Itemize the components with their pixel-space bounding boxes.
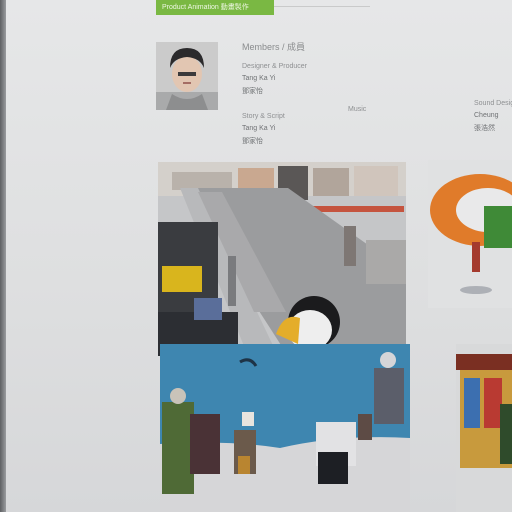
member-name: Cheung <box>474 112 499 119</box>
thumbnail-pavilion[interactable] <box>428 160 512 308</box>
member-role: Designer & Producer <box>242 63 307 70</box>
animation-still-icon <box>160 344 410 512</box>
member-name-zh: 鄧家怡 <box>242 88 263 95</box>
thumbnail-street-scene[interactable] <box>158 162 406 356</box>
member-name-zh: 張浩然 <box>474 125 495 132</box>
member-role: Story & Script <box>242 113 285 120</box>
tag-divider <box>274 6 370 7</box>
category-tag[interactable]: Product Animation 動畫製作 <box>156 0 274 15</box>
member-role: Sound Design <box>474 100 512 107</box>
thumbnail-shop[interactable] <box>456 344 512 512</box>
member-name-zh: 鄧家怡 <box>242 138 263 145</box>
portrait-photo-icon <box>156 42 218 110</box>
animation-still-icon <box>158 162 406 356</box>
avatar <box>156 42 218 110</box>
animation-still-icon <box>456 344 512 512</box>
member-name: Tang Ka Yi <box>242 75 276 82</box>
member-name: Tang Ka Yi <box>242 125 276 132</box>
member-role: Music <box>348 106 367 113</box>
thumbnail-snow-scene[interactable] <box>160 344 410 512</box>
animation-still-icon <box>428 160 512 308</box>
section-title: Members / 成員 <box>242 42 306 52</box>
